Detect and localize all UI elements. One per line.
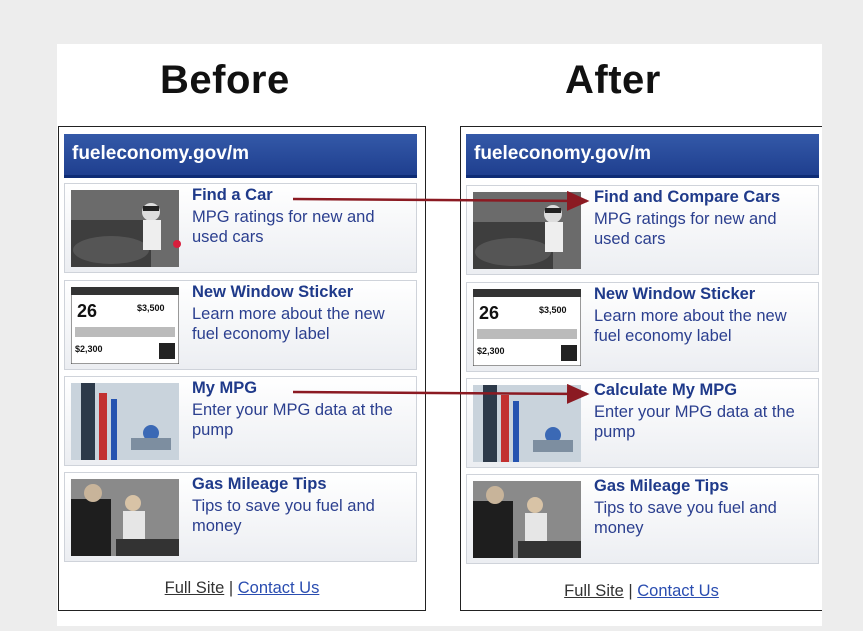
arrow-find-car [292,190,590,211]
comparison-arrows [292,190,590,404]
slide: Before After fueleconomy.gov/m Find a Ca… [57,44,822,626]
arrow-my-mpg [292,383,590,404]
